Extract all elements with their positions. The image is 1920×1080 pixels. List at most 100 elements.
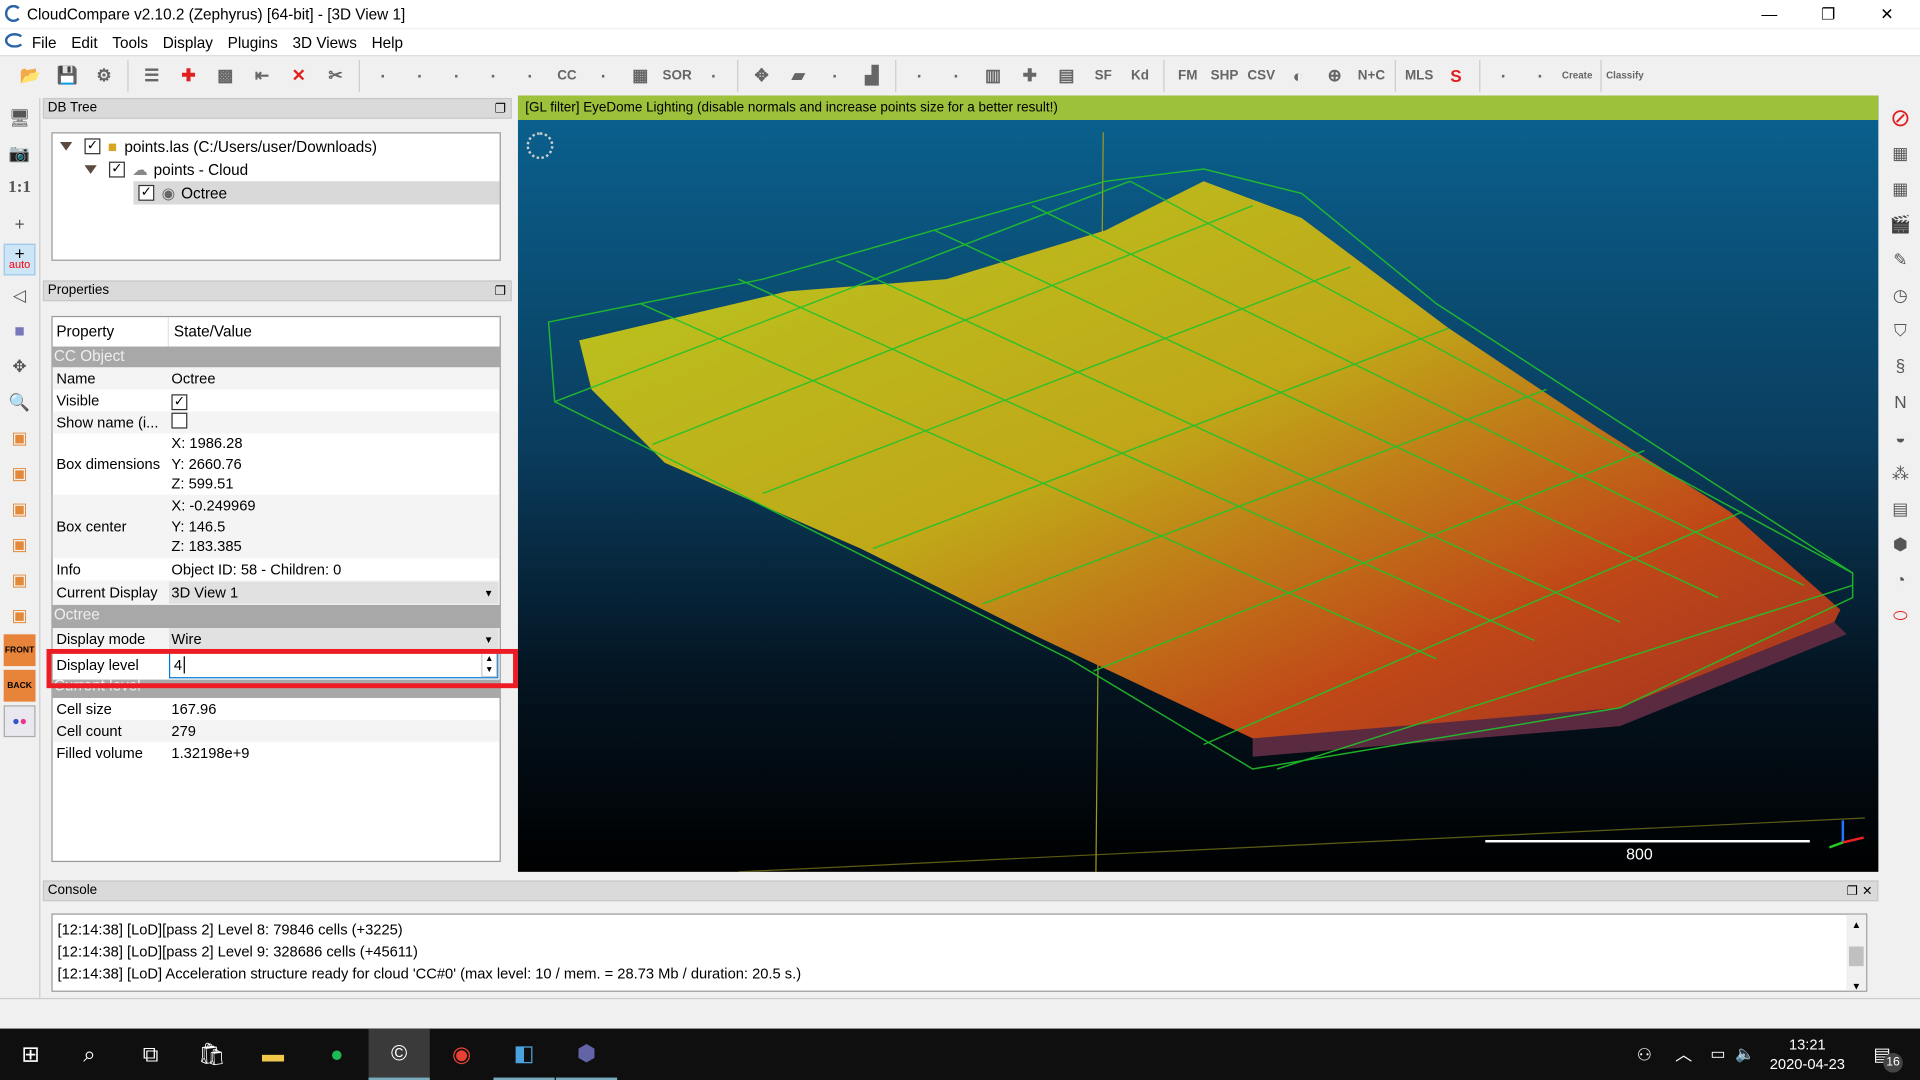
delete-icon[interactable]: ✕ (284, 61, 313, 90)
top-view-icon[interactable]: ▣ (4, 421, 36, 453)
close-button[interactable]: ✕ (1859, 0, 1915, 28)
noise-icon[interactable]: · (479, 61, 508, 90)
console-scrollbar[interactable]: ▲ ▼ (1846, 914, 1867, 992)
zoom-one-to-one-icon[interactable]: 1:1 (4, 173, 36, 205)
profile-icon[interactable]: S (1441, 61, 1470, 90)
canupo-create-icon[interactable]: Create (1562, 61, 1592, 90)
checkbox[interactable]: ✓ (138, 184, 155, 201)
sample-icon[interactable]: · (369, 61, 398, 90)
save-icon[interactable]: 💾 (53, 61, 82, 90)
sphere-icon[interactable]: ◐ (1283, 61, 1312, 90)
view-cube-icon[interactable]: ■ (4, 315, 36, 347)
perspective-icon[interactable]: ◁ (4, 279, 36, 311)
color-icon[interactable]: ▩ (211, 61, 240, 90)
teams-icon[interactable]: ⬢ (555, 1029, 618, 1080)
open-icon[interactable]: 📂 (16, 61, 45, 90)
pcv-icon[interactable]: ▤ (1884, 492, 1916, 524)
left-view-icon[interactable]: ▣ (4, 492, 36, 524)
north-icon[interactable]: N (1884, 386, 1916, 418)
search-icon[interactable]: ⌕ (59, 1029, 120, 1080)
unroll-icon[interactable]: · (1526, 61, 1555, 90)
float-icon[interactable]: ❐ (495, 100, 506, 118)
display-settings-icon[interactable]: 🖥 (4, 102, 36, 134)
sf-scale-icon[interactable]: ▦ (1884, 173, 1916, 205)
close-icon[interactable]: ✕ (1862, 883, 1872, 901)
nc-icon[interactable]: N+C (1357, 61, 1386, 90)
volume-icon[interactable]: 🔈 (1727, 1029, 1764, 1080)
compass-icon[interactable]: ◷ (1884, 279, 1916, 311)
auto-pivot-button[interactable]: + auto (3, 243, 36, 276)
menu-display[interactable]: Display (155, 34, 220, 51)
transform-icon[interactable]: ✥ (747, 61, 776, 90)
checkbox[interactable]: ✓ (84, 138, 101, 155)
rotation-icon[interactable]: ✥ (4, 350, 36, 382)
sor-icon[interactable]: SOR (662, 61, 692, 90)
cloudcompare-taskbar-icon[interactable]: © (368, 1028, 430, 1080)
prop-value[interactable]: Octree (169, 370, 500, 387)
hole-icon[interactable]: ⬢ (1884, 528, 1916, 560)
brush-icon[interactable]: ✎ (1884, 244, 1916, 276)
list-icon[interactable]: ☰ (137, 61, 166, 90)
checker-icon[interactable]: ▦ (626, 61, 655, 90)
menu-help[interactable]: Help (364, 34, 410, 51)
bottom-view-icon[interactable]: ▣ (4, 599, 36, 631)
tree-item-cloud[interactable]: ✓ ☁ points - Cloud (53, 158, 500, 181)
float-icon[interactable]: ❐ (1847, 883, 1858, 901)
back-view-icon[interactable]: ▣ (4, 528, 36, 560)
tree-item-octree[interactable]: ✓ ◉ Octree (133, 181, 500, 205)
menu-edit[interactable]: Edit (64, 34, 105, 51)
sf-icon[interactable]: § (1884, 350, 1916, 382)
camera-icon[interactable]: 📷 (4, 137, 36, 169)
iso-front-button[interactable]: FRONT (3, 634, 36, 667)
show-name-checkbox[interactable] (171, 412, 188, 429)
minimize-button[interactable]: — (1741, 0, 1797, 28)
pick-point-icon[interactable]: ✚ (174, 61, 203, 90)
notifications-icon[interactable]: ▤ 16 (1851, 1029, 1912, 1080)
hpr-icon[interactable]: ◒ (1884, 421, 1916, 453)
normals-icon[interactable]: · (516, 61, 545, 90)
iso-back-button[interactable]: BACK (3, 669, 36, 702)
globe-icon[interactable]: ⊕ (1320, 61, 1349, 90)
expand-icon[interactable] (60, 142, 73, 151)
app-icon[interactable]: ◧ (493, 1029, 555, 1080)
canupo-classify-icon[interactable]: Classify (1606, 61, 1644, 90)
shp-icon[interactable]: SHP (1210, 61, 1239, 90)
m3c2-icon[interactable]: ⁂ (1884, 457, 1916, 489)
mls-icon[interactable]: MLS (1404, 61, 1433, 90)
stereo-icon[interactable]: ● ● (3, 705, 36, 738)
export-icon[interactable]: ⇤ (247, 61, 276, 90)
histogram-icon[interactable]: ▟ (857, 61, 886, 90)
stats-icon[interactable]: · (905, 61, 934, 90)
restore-button[interactable]: ❐ (1800, 0, 1856, 28)
subsample-icon[interactable]: · (405, 61, 434, 90)
pivot-icon[interactable]: + (4, 208, 36, 240)
section-icon[interactable]: · (1489, 61, 1518, 90)
windows-start-icon[interactable]: ⊞ (0, 1029, 61, 1080)
spotify-icon[interactable]: ● (306, 1029, 367, 1080)
mesh-icon[interactable]: · (442, 61, 471, 90)
clock[interactable]: 13:21 2020-04-23 (1763, 1035, 1851, 1074)
zoom-icon[interactable]: 🔍 (4, 386, 36, 418)
fm-icon[interactable]: FM (1173, 61, 1202, 90)
float-icon[interactable]: ❐ (495, 283, 506, 301)
tree-item-file[interactable]: ✓ ■ points.las (C:/Users/user/Downloads) (53, 135, 500, 158)
calc-icon[interactable]: ▤ (1052, 61, 1081, 90)
display-mode-dropdown[interactable]: Wire ▼ (168, 628, 499, 651)
sf-color-icon[interactable]: ▦ (1884, 137, 1916, 169)
cut-icon[interactable]: · (699, 61, 728, 90)
animation-icon[interactable]: 🎬 (1884, 208, 1916, 240)
segment-icon[interactable]: ✂ (321, 61, 350, 90)
menu-tools[interactable]: Tools (105, 34, 155, 51)
visible-checkbox[interactable]: ✓ (171, 393, 188, 410)
smooth-icon[interactable]: · (589, 61, 618, 90)
store-icon[interactable]: 🛍 (181, 1029, 242, 1080)
cc-icon[interactable]: CC (552, 61, 581, 90)
plus-icon[interactable]: ✚ (1015, 61, 1044, 90)
task-view-icon[interactable]: ⧉ (120, 1029, 181, 1080)
trash-icon[interactable]: ▥ (978, 61, 1007, 90)
3d-view[interactable]: [GL filter] EyeDome Lighting (disable no… (517, 95, 1879, 872)
expand-icon[interactable] (84, 165, 97, 174)
csv-icon[interactable]: CSV (1247, 61, 1276, 90)
checkbox[interactable]: ✓ (108, 161, 125, 178)
chrome-icon[interactable]: ◉ (431, 1029, 492, 1080)
